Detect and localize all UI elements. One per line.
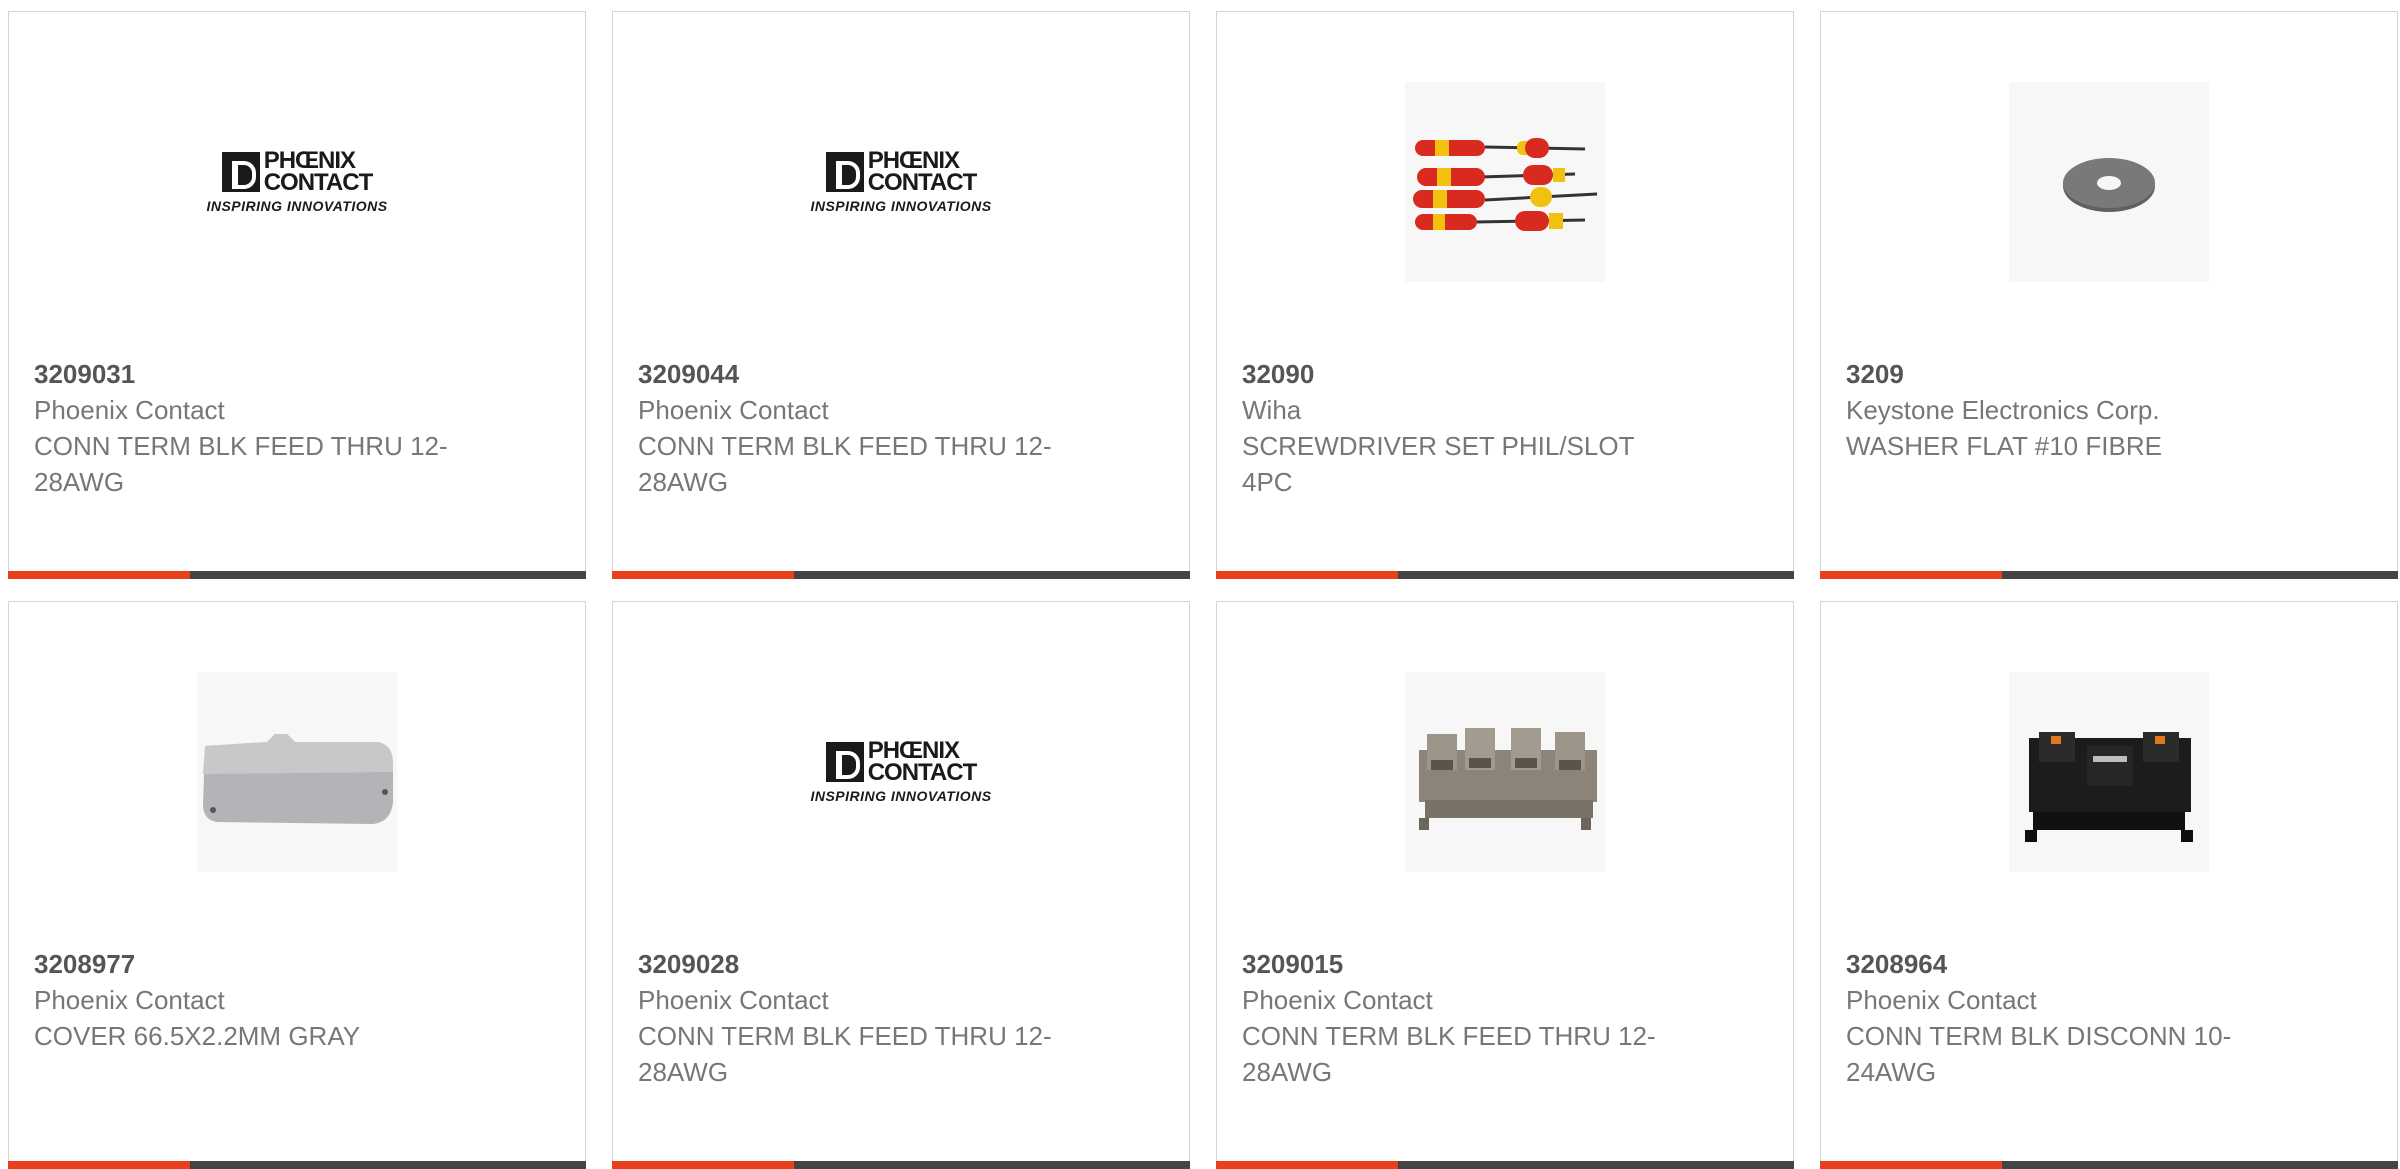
- product-thumbnail[interactable]: [9, 672, 585, 872]
- part-number[interactable]: 3209044: [638, 356, 1169, 392]
- disconnect-terminal-icon: [2025, 732, 2193, 842]
- product-info: 3209015 Phoenix Contact CONN TERM BLK FE…: [1242, 946, 1773, 1090]
- card-accent: [612, 1161, 794, 1169]
- product-info: 3209044 Phoenix Contact CONN TERM BLK FE…: [638, 356, 1169, 500]
- product-thumbnail[interactable]: [1821, 672, 2397, 872]
- product-info: 32090 Wiha SCREWDRIVER SET PHIL/SLOT 4PC: [1242, 356, 1773, 500]
- product-thumbnail[interactable]: PHŒNIX CONTACT INSPIRING INNOVATIONS: [613, 672, 1189, 872]
- manufacturer: Wiha: [1242, 395, 1302, 425]
- product-thumbnail[interactable]: [1217, 672, 1793, 872]
- card-accent: [8, 1161, 190, 1169]
- card-footer-bar: [612, 1161, 1190, 1169]
- card-footer-bar: [1216, 1161, 1794, 1169]
- description: CONN TERM BLK FEED THRU 12-28AWG: [638, 1021, 1052, 1087]
- phoenix-contact-mark-icon: [825, 152, 864, 192]
- part-number[interactable]: 3208977: [34, 946, 565, 982]
- part-number[interactable]: 32090: [1242, 356, 1773, 392]
- card-accent: [1820, 1161, 2002, 1169]
- product-card[interactable]: PHŒNIX CONTACT INSPIRING INNOVATIONS 320…: [8, 11, 586, 579]
- terminal-block-photo: [1405, 672, 1605, 872]
- description: CONN TERM BLK FEED THRU 12-28AWG: [638, 431, 1052, 497]
- card-footer-bar: [8, 1161, 586, 1169]
- description: COVER 66.5X2.2MM GRAY: [34, 1021, 361, 1051]
- product-card[interactable]: 3208964 Phoenix Contact CONN TERM BLK DI…: [1820, 601, 2398, 1169]
- card-footer-bar: [612, 571, 1190, 579]
- screwdriver-set-photo: [1405, 82, 1605, 282]
- card-footer-bar: [1820, 571, 2398, 579]
- product-thumbnail[interactable]: [1217, 82, 1793, 282]
- logo-line-2: CONTACT: [867, 169, 978, 196]
- description: CONN TERM BLK FEED THRU 12-28AWG: [34, 431, 448, 497]
- card-footer-bar: [1820, 1161, 2398, 1169]
- manufacturer: Phoenix Contact: [34, 985, 225, 1015]
- end-cover-icon: [203, 734, 393, 824]
- phoenix-contact-logo: PHŒNIX CONTACT INSPIRING INNOVATIONS: [810, 149, 992, 215]
- logo-line-2: CONTACT: [263, 169, 374, 196]
- logo-line-2: CONTACT: [867, 759, 978, 786]
- manufacturer: Keystone Electronics Corp.: [1846, 395, 2160, 425]
- logo-tagline: INSPIRING INNOVATIONS: [206, 198, 388, 214]
- part-number[interactable]: 3209: [1846, 356, 2377, 392]
- manufacturer: Phoenix Contact: [34, 395, 225, 425]
- washer-photo: [2009, 82, 2209, 282]
- product-card[interactable]: 3209 Keystone Electronics Corp. WASHER F…: [1820, 11, 2398, 579]
- product-card[interactable]: PHŒNIX CONTACT INSPIRING INNOVATIONS 320…: [612, 11, 1190, 579]
- logo-tagline: INSPIRING INNOVATIONS: [810, 198, 992, 214]
- product-card[interactable]: 3209015 Phoenix Contact CONN TERM BLK FE…: [1216, 601, 1794, 1169]
- product-info: 3209 Keystone Electronics Corp. WASHER F…: [1846, 356, 2377, 464]
- product-card[interactable]: PHŒNIX CONTACT INSPIRING INNOVATIONS 320…: [612, 601, 1190, 1169]
- manufacturer: Phoenix Contact: [638, 985, 829, 1015]
- phoenix-contact-mark-icon: [825, 742, 864, 782]
- manufacturer: Phoenix Contact: [1846, 985, 2037, 1015]
- card-footer-bar: [8, 571, 586, 579]
- phoenix-contact-logo: PHŒNIX CONTACT INSPIRING INNOVATIONS: [206, 149, 388, 215]
- product-info: 3208977 Phoenix Contact COVER 66.5X2.2MM…: [34, 946, 565, 1054]
- part-number[interactable]: 3208964: [1846, 946, 2377, 982]
- part-number[interactable]: 3209028: [638, 946, 1169, 982]
- product-grid: PHŒNIX CONTACT INSPIRING INNOVATIONS 320…: [8, 11, 2398, 1169]
- manufacturer: Phoenix Contact: [638, 395, 829, 425]
- phoenix-contact-mark-icon: [221, 152, 260, 192]
- part-number[interactable]: 3209015: [1242, 946, 1773, 982]
- logo-tagline: INSPIRING INNOVATIONS: [810, 788, 992, 804]
- product-thumbnail[interactable]: PHŒNIX CONTACT INSPIRING INNOVATIONS: [9, 82, 585, 282]
- card-accent: [1820, 571, 2002, 579]
- description: SCREWDRIVER SET PHIL/SLOT 4PC: [1242, 431, 1635, 497]
- card-accent: [1216, 1161, 1398, 1169]
- card-accent: [8, 571, 190, 579]
- washer-icon: [2063, 158, 2155, 212]
- description: CONN TERM BLK DISCONN 10-24AWG: [1846, 1021, 2232, 1087]
- manufacturer: Phoenix Contact: [1242, 985, 1433, 1015]
- product-thumbnail[interactable]: PHŒNIX CONTACT INSPIRING INNOVATIONS: [613, 82, 1189, 282]
- product-info: 3208964 Phoenix Contact CONN TERM BLK DI…: [1846, 946, 2377, 1090]
- card-accent: [612, 571, 794, 579]
- card-accent: [1216, 571, 1398, 579]
- product-card[interactable]: 3208977 Phoenix Contact COVER 66.5X2.2MM…: [8, 601, 586, 1169]
- product-card[interactable]: 32090 Wiha SCREWDRIVER SET PHIL/SLOT 4PC: [1216, 11, 1794, 579]
- screwdriver-set-icon: [1413, 138, 1598, 231]
- product-thumbnail[interactable]: [1821, 82, 2397, 282]
- part-number[interactable]: 3209031: [34, 356, 565, 392]
- terminal-block-icon: [1419, 728, 1597, 830]
- description: WASHER FLAT #10 FIBRE: [1846, 431, 2162, 461]
- description: CONN TERM BLK FEED THRU 12-28AWG: [1242, 1021, 1656, 1087]
- product-info: 3209031 Phoenix Contact CONN TERM BLK FE…: [34, 356, 565, 500]
- disconnect-terminal-photo: [2009, 672, 2209, 872]
- card-footer-bar: [1216, 571, 1794, 579]
- cover-photo: [197, 672, 397, 872]
- product-info: 3209028 Phoenix Contact CONN TERM BLK FE…: [638, 946, 1169, 1090]
- phoenix-contact-logo: PHŒNIX CONTACT INSPIRING INNOVATIONS: [810, 739, 992, 805]
